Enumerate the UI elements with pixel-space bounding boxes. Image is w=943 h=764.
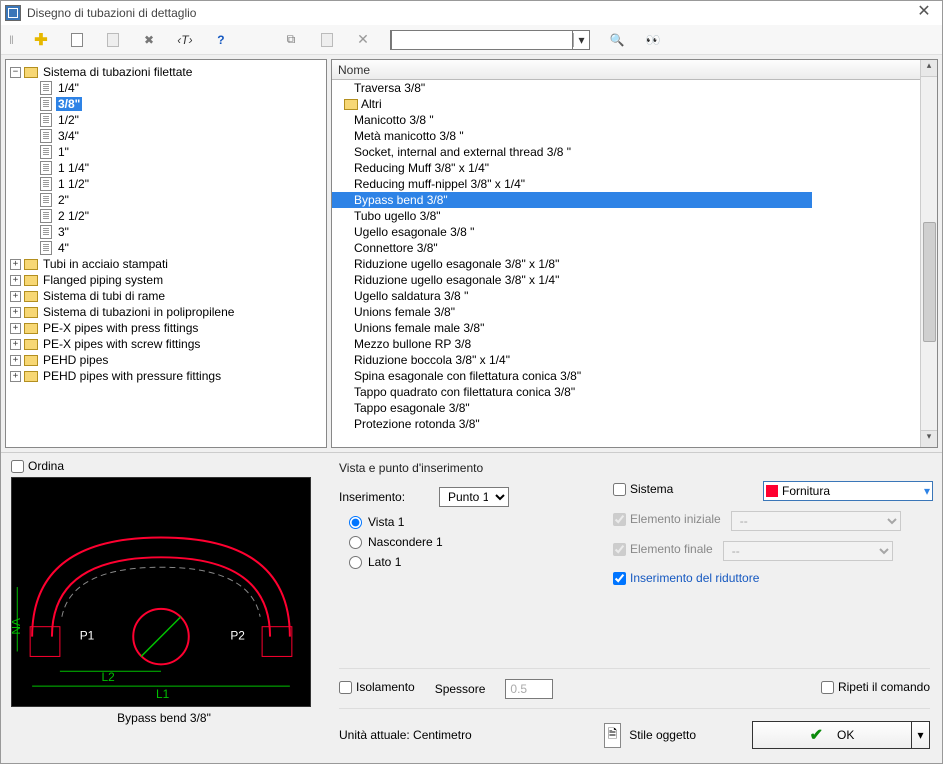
tree-folder-item[interactable]: +Sistema di tubi di rame: [6, 288, 326, 304]
list-item[interactable]: Riduzione ugello esagonale 3/8" x 1/8": [332, 256, 937, 272]
section-title: Vista e punto d'inserimento: [339, 461, 930, 475]
list-pane: Nome Traversa 3/8"AltriManicotto 3/8 "Me…: [331, 59, 938, 448]
tree-size-item[interactable]: 1 1/2": [6, 176, 326, 192]
list-item[interactable]: Ugello saldatura 3/8 ": [332, 288, 937, 304]
list-body[interactable]: Traversa 3/8"AltriManicotto 3/8 "Metà ma…: [332, 80, 937, 447]
page2-button[interactable]: [104, 31, 122, 49]
insert-point-select[interactable]: Punto 1: [439, 487, 509, 507]
elem-init-checkbox: Elemento iniziale: [613, 512, 721, 526]
iso-checkbox[interactable]: Isolamento: [339, 680, 415, 694]
svg-text:P1: P1: [80, 629, 95, 643]
svg-text:L2: L2: [102, 670, 115, 684]
list-item[interactable]: Riduzione ugello esagonale 3/8" x 1/4": [332, 272, 937, 288]
elem-init-select: --: [731, 511, 901, 531]
tree-folder-item[interactable]: +PE-X pipes with screw fittings: [6, 336, 326, 352]
text-button[interactable]: ‹T›: [176, 31, 194, 49]
tree-folder-item[interactable]: +Tubi in acciaio stampati: [6, 256, 326, 272]
search-combo[interactable]: ▾: [390, 30, 590, 50]
list-item[interactable]: Tappo esagonale 3/8": [332, 400, 937, 416]
elem-fin-checkbox: Elemento finale: [613, 542, 713, 556]
system-checkbox[interactable]: Sistema: [613, 482, 703, 496]
tree-size-item[interactable]: 3": [6, 224, 326, 240]
scroll-down-icon[interactable]: ▾: [921, 430, 937, 447]
tree-size-item[interactable]: 2": [6, 192, 326, 208]
tree-size-item[interactable]: 3/8": [6, 96, 326, 112]
chevron-down-icon[interactable]: ▾: [924, 484, 930, 498]
tree-size-item[interactable]: 1/4": [6, 80, 326, 96]
sort-checkbox[interactable]: Ordina: [11, 459, 317, 473]
dialog-window: Disegno di tubazioni di dettaglio ✕ ‖ ✚ …: [0, 0, 943, 764]
tree-size-item[interactable]: 4": [6, 240, 326, 256]
svg-text:NA: NA: [12, 618, 23, 635]
list-item[interactable]: Protezione rotonda 3/8": [332, 416, 937, 432]
tree-size-item[interactable]: 2 1/2": [6, 208, 326, 224]
list-header-name[interactable]: Nome: [332, 60, 937, 80]
scroll-thumb[interactable]: [923, 222, 936, 342]
list-item[interactable]: Tubo ugello 3/8": [332, 208, 937, 224]
find-button[interactable]: 🔍: [608, 31, 626, 49]
sheet-button[interactable]: [318, 31, 336, 49]
insert-label: Inserimento:: [339, 490, 429, 504]
scroll-up-icon[interactable]: ▴: [921, 60, 937, 77]
list-item[interactable]: Socket, internal and external thread 3/8…: [332, 144, 937, 160]
check-icon: ✔: [810, 725, 823, 745]
list-item[interactable]: Metà manicotto 3/8 ": [332, 128, 937, 144]
preview-canvas: P1 P2 L2 L1 NA: [11, 477, 311, 707]
list-item[interactable]: Traversa 3/8": [332, 80, 937, 96]
tree-folder-item[interactable]: +PEHD pipes: [6, 352, 326, 368]
binoc-button[interactable]: 👀: [644, 31, 662, 49]
ins-red-checkbox[interactable]: Inserimento del riduttore: [613, 571, 759, 585]
list-item[interactable]: Mezzo bullone RP 3/8: [332, 336, 937, 352]
list-item[interactable]: Unions female male 3/8": [332, 320, 937, 336]
app-icon: [5, 5, 21, 21]
search-input[interactable]: [391, 30, 573, 50]
repeat-checkbox[interactable]: Ripeti il comando: [821, 680, 930, 694]
tree-size-item[interactable]: 1": [6, 144, 326, 160]
ok-button[interactable]: ✔ OK: [752, 721, 912, 749]
copy-button[interactable]: ⧉: [282, 31, 300, 49]
preview-caption: Bypass bend 3/8": [11, 707, 317, 725]
svg-text:P2: P2: [230, 629, 245, 643]
elem-fin-select: --: [723, 541, 893, 561]
list-group[interactable]: Altri: [332, 96, 937, 112]
toolbar: ‖ ✚ ✖ ‹T› ? ⧉ ✕ ▾ 🔍 👀: [1, 25, 942, 55]
layer-color-swatch: [766, 485, 778, 497]
list-item[interactable]: Spina esagonale con filettatura conica 3…: [332, 368, 937, 384]
close-button[interactable]: ✕: [910, 4, 938, 22]
tree-folder-item[interactable]: +Sistema di tubazioni in polipropilene: [6, 304, 326, 320]
chevron-down-icon[interactable]: ▾: [573, 33, 589, 47]
delete-button[interactable]: ✕: [354, 31, 372, 49]
scrollbar[interactable]: ▴ ▾: [920, 60, 937, 447]
list-item[interactable]: Connettore 3/8": [332, 240, 937, 256]
tree-folder-item[interactable]: +PE-X pipes with press fittings: [6, 320, 326, 336]
new-button[interactable]: ✚: [32, 31, 50, 49]
unit-label: Unità attuale: Centimetro: [339, 728, 472, 742]
list-item[interactable]: Ugello esagonale 3/8 ": [332, 224, 937, 240]
list-item[interactable]: Bypass bend 3/8": [332, 192, 812, 208]
ok-split-button[interactable]: ▾: [912, 721, 930, 749]
layer-select[interactable]: Fornitura ▾: [763, 481, 933, 501]
style-button[interactable]: 🗎 Stile oggetto: [604, 723, 696, 748]
tree-folder-item[interactable]: +Flanged piping system: [6, 272, 326, 288]
thickness-label: Spessore: [435, 682, 486, 696]
list-item[interactable]: Reducing Muff 3/8" x 1/4": [332, 160, 937, 176]
tree-size-item[interactable]: 1/2": [6, 112, 326, 128]
tree-folder-item[interactable]: +PEHD pipes with pressure fittings: [6, 368, 326, 384]
tree-size-item[interactable]: 1 1/4": [6, 160, 326, 176]
page-button[interactable]: [68, 31, 86, 49]
svg-text:L1: L1: [156, 687, 170, 701]
thickness-input: [505, 679, 553, 699]
tools-button[interactable]: ✖: [140, 31, 158, 49]
window-title: Disegno di tubazioni di dettaglio: [27, 6, 910, 20]
list-item[interactable]: Riduzione boccola 3/8" x 1/4": [332, 352, 937, 368]
titlebar: Disegno di tubazioni di dettaglio ✕: [1, 1, 942, 25]
list-item[interactable]: Tappo quadrato con filettatura conica 3/…: [332, 384, 937, 400]
list-item[interactable]: Manicotto 3/8 ": [332, 112, 937, 128]
list-item[interactable]: Reducing muff-nippel 3/8" x 1/4": [332, 176, 937, 192]
tree-size-item[interactable]: 3/4": [6, 128, 326, 144]
list-item[interactable]: Unions female 3/8": [332, 304, 937, 320]
tree-root[interactable]: −Sistema di tubazioni filettate: [6, 64, 326, 80]
help-button[interactable]: ?: [212, 31, 230, 49]
tree-pane[interactable]: −Sistema di tubazioni filettate 1/4"3/8"…: [5, 59, 327, 448]
